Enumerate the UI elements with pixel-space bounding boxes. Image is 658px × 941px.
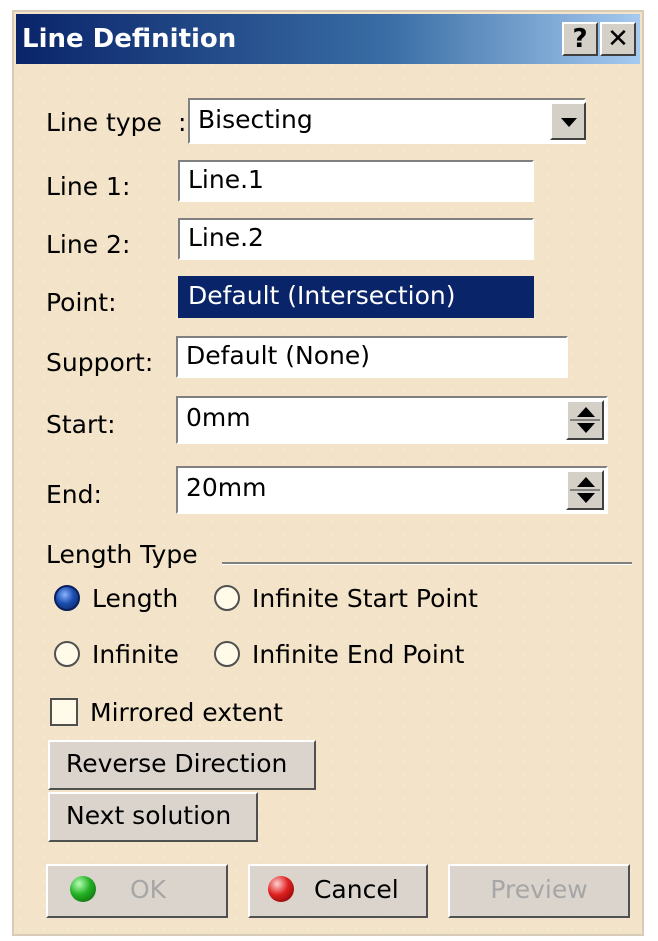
title-bar: Line Definition ? ✕ [16, 14, 640, 64]
line1-label: Line 1: [46, 172, 131, 201]
mirrored-extent-checkbox[interactable] [50, 698, 78, 726]
line2-field[interactable]: Line.2 [178, 218, 534, 260]
mirrored-extent-label: Mirrored extent [90, 698, 283, 727]
support-field[interactable]: Default (None) [176, 336, 568, 378]
close-button[interactable]: ✕ [600, 22, 636, 56]
point-label: Point: [46, 288, 117, 317]
end-spinner-icon[interactable] [566, 470, 604, 510]
line-type-value: Bisecting [198, 105, 313, 134]
red-ball-icon [268, 876, 294, 902]
start-spinner-icon[interactable] [566, 400, 604, 440]
point-field[interactable]: Default (Intersection) [178, 276, 534, 318]
group-divider [222, 562, 632, 565]
radio-infinite-start-point-label: Infinite Start Point [252, 584, 478, 613]
radio-infinite-label: Infinite [92, 640, 179, 669]
start-field[interactable]: 0mm [176, 396, 608, 444]
radio-infinite-end-point-label: Infinite End Point [252, 640, 465, 669]
radio-length[interactable] [54, 585, 80, 611]
line-definition-dialog: Line Definition ? ✕ Line type : Bisectin… [12, 10, 644, 936]
next-solution-button[interactable]: Next solution [48, 792, 258, 842]
preview-button[interactable]: Preview [448, 864, 630, 918]
length-type-group-label: Length Type [46, 540, 198, 569]
reverse-direction-button[interactable]: Reverse Direction [48, 740, 316, 790]
start-label: Start: [46, 410, 116, 439]
line2-label: Line 2: [46, 230, 131, 259]
ok-button[interactable]: OK [46, 864, 228, 918]
dialog-title: Line Definition [22, 24, 237, 54]
radio-length-label: Length [92, 584, 179, 613]
support-label: Support: [46, 348, 154, 377]
line-type-select[interactable]: Bisecting [188, 98, 586, 144]
line-type-label: Line type [46, 108, 162, 137]
line1-field[interactable]: Line.1 [178, 160, 534, 202]
end-label: End: [46, 480, 102, 509]
chevron-down-icon[interactable] [550, 102, 586, 140]
line-type-colon: : [178, 108, 187, 137]
radio-infinite-end-point[interactable] [214, 641, 240, 667]
cancel-button[interactable]: Cancel [248, 864, 428, 918]
radio-infinite[interactable] [54, 641, 80, 667]
end-field[interactable]: 20mm [176, 466, 608, 514]
radio-infinite-start-point[interactable] [214, 585, 240, 611]
green-ball-icon [70, 876, 96, 902]
help-button[interactable]: ? [562, 22, 598, 56]
ok-label: OK [129, 875, 167, 904]
cancel-label: Cancel [313, 875, 399, 904]
